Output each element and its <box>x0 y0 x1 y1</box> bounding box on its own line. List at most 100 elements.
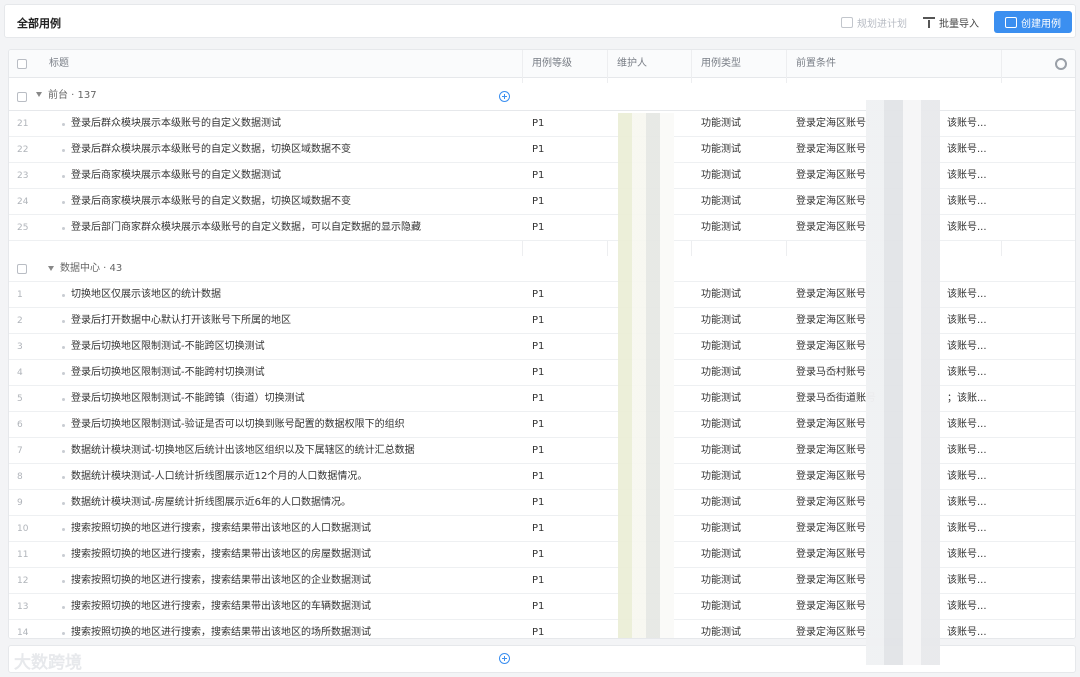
case-title[interactable]: 搜索按照切换的地区进行搜索，搜索结果带出该地区的场所数据测试 <box>71 620 371 638</box>
add-case-icon[interactable] <box>499 91 510 102</box>
case-type: 功能测试 <box>701 549 741 560</box>
case-title[interactable]: 登录后切换地区限制测试-不能跨区切换测试 <box>71 334 265 360</box>
case-level: P1 <box>532 222 545 233</box>
case-title[interactable]: 切换地区仅展示该地区的统计数据 <box>71 282 221 308</box>
case-precondition-tail: 该账号... <box>947 118 987 129</box>
case-type: 功能测试 <box>701 289 741 300</box>
row-number: 13 <box>17 602 29 612</box>
case-level: P1 <box>532 315 545 326</box>
case-level: P1 <box>532 549 545 560</box>
case-precondition-tail: 该账号... <box>947 471 987 482</box>
case-precondition-tail: 该账号... <box>947 367 987 378</box>
bullet-icon <box>62 502 65 505</box>
bullet-icon <box>62 294 65 297</box>
case-precondition-tail: ；该账... <box>947 393 987 404</box>
case-precondition-tail: 该账号... <box>947 523 987 534</box>
case-type: 功能测试 <box>701 393 741 404</box>
bullet-icon <box>62 424 65 427</box>
column-title[interactable]: 标题 <box>49 50 69 78</box>
import-button[interactable]: 批量导入 <box>923 11 979 33</box>
row-number: 23 <box>17 171 29 181</box>
settings-gear-icon[interactable] <box>1055 58 1067 70</box>
bullet-icon <box>62 398 65 401</box>
row-number: 4 <box>17 368 23 378</box>
page-title: 全部用例 <box>17 17 61 30</box>
row-number: 2 <box>17 316 23 326</box>
case-precondition-tail: 该账号... <box>947 445 987 456</box>
case-title[interactable]: 登录后商家模块展示本级账号的自定义数据，切换区域数据不变 <box>71 189 351 215</box>
caret-down-icon[interactable] <box>48 266 54 271</box>
row-number: 14 <box>17 628 29 638</box>
case-type: 功能测试 <box>701 315 741 326</box>
redacted-maintainer-area <box>618 113 674 638</box>
plan-label: 规划进计划 <box>857 18 907 30</box>
case-title[interactable]: 搜索按照切换的地区进行搜索，搜索结果带出该地区的房屋数据测试 <box>71 542 371 568</box>
bullet-icon <box>62 372 65 375</box>
bullet-icon <box>62 554 65 557</box>
case-title[interactable]: 登录后商家模块展示本级账号的自定义数据测试 <box>71 163 281 189</box>
case-type: 功能测试 <box>701 445 741 456</box>
case-title[interactable]: 数据统计模块测试-人口统计折线图展示近12个月的人口数据情况。 <box>71 464 367 490</box>
case-type: 功能测试 <box>701 497 741 508</box>
caret-down-icon[interactable] <box>36 92 42 97</box>
case-precondition-tail: 该账号... <box>947 497 987 508</box>
case-type: 功能测试 <box>701 222 741 233</box>
case-type: 功能测试 <box>701 196 741 207</box>
case-precondition-tail: 该账号... <box>947 222 987 233</box>
case-level: P1 <box>532 170 545 181</box>
case-type: 功能测试 <box>701 419 741 430</box>
group-checkbox[interactable] <box>17 92 27 102</box>
case-level: P1 <box>532 144 545 155</box>
row-number: 3 <box>17 342 23 352</box>
case-level: P1 <box>532 497 545 508</box>
case-title[interactable]: 登录后打开数据中心默认打开该账号下所属的地区 <box>71 308 291 334</box>
case-level: P1 <box>532 445 545 456</box>
group-checkbox[interactable] <box>17 264 27 274</box>
case-precondition-tail: 该账号... <box>947 341 987 352</box>
case-level: P1 <box>532 196 545 207</box>
case-precondition-tail: 该账号... <box>947 289 987 300</box>
case-precondition-tail: 该账号... <box>947 419 987 430</box>
case-level: P1 <box>532 627 545 638</box>
case-level: P1 <box>532 471 545 482</box>
import-icon <box>923 16 935 28</box>
case-precondition-tail: 该账号... <box>947 196 987 207</box>
case-level: P1 <box>532 601 545 612</box>
case-level: P1 <box>532 367 545 378</box>
bullet-icon <box>62 606 65 609</box>
case-title[interactable]: 登录后切换地区限制测试-验证是否可以切换到账号配置的数据权限下的组织 <box>71 412 405 438</box>
create-icon <box>1005 16 1017 28</box>
select-all-checkbox[interactable] <box>17 59 27 69</box>
column-level[interactable]: 用例等级 <box>532 50 572 78</box>
import-label: 批量导入 <box>939 18 979 30</box>
row-number: 10 <box>17 524 29 534</box>
bullet-icon <box>62 528 65 531</box>
bullet-icon <box>62 476 65 479</box>
case-title[interactable]: 搜索按照切换的地区进行搜索，搜索结果带出该地区的企业数据测试 <box>71 568 371 594</box>
case-precondition-tail: 该账号... <box>947 627 987 638</box>
bullet-icon <box>62 320 65 323</box>
case-title[interactable]: 登录后切换地区限制测试-不能跨镇（街道）切换测试 <box>71 386 305 412</box>
case-title[interactable]: 数据统计模块测试-切换地区后统计出该地区组织以及下属辖区的统计汇总数据 <box>71 438 415 464</box>
plan-button[interactable]: 规划进计划 <box>841 11 907 33</box>
row-number: 22 <box>17 145 29 155</box>
row-number: 8 <box>17 472 23 482</box>
row-number: 5 <box>17 394 23 404</box>
bullet-icon <box>62 123 65 126</box>
add-case-icon[interactable] <box>499 653 510 664</box>
bullet-icon <box>62 175 65 178</box>
create-case-button[interactable]: 创建用例 <box>994 11 1072 33</box>
column-maintainer[interactable]: 维护人 <box>617 50 647 78</box>
case-title[interactable]: 数据统计模块测试-房屋统计折线图展示近6年的人口数据情况。 <box>71 490 351 516</box>
case-title[interactable]: 登录后群众模块展示本级账号的自定义数据测试 <box>71 111 281 137</box>
column-type[interactable]: 用例类型 <box>701 50 741 78</box>
case-title[interactable]: 搜索按照切换的地区进行搜索，搜索结果带出该地区的人口数据测试 <box>71 516 371 542</box>
case-type: 功能测试 <box>701 118 741 129</box>
case-precondition-tail: 该账号... <box>947 601 987 612</box>
case-title[interactable]: 登录后切换地区限制测试-不能跨村切换测试 <box>71 360 265 386</box>
case-title[interactable]: 登录后群众模块展示本级账号的自定义数据，切换区域数据不变 <box>71 137 351 163</box>
column-precondition[interactable]: 前置条件 <box>796 50 836 78</box>
case-title[interactable]: 搜索按照切换的地区进行搜索，搜索结果带出该地区的车辆数据测试 <box>71 594 371 620</box>
case-precondition-tail: 该账号... <box>947 549 987 560</box>
case-title[interactable]: 登录后部门商家群众模块展示本级账号的自定义数据，可以自定数据的显示隐藏 <box>71 215 421 241</box>
